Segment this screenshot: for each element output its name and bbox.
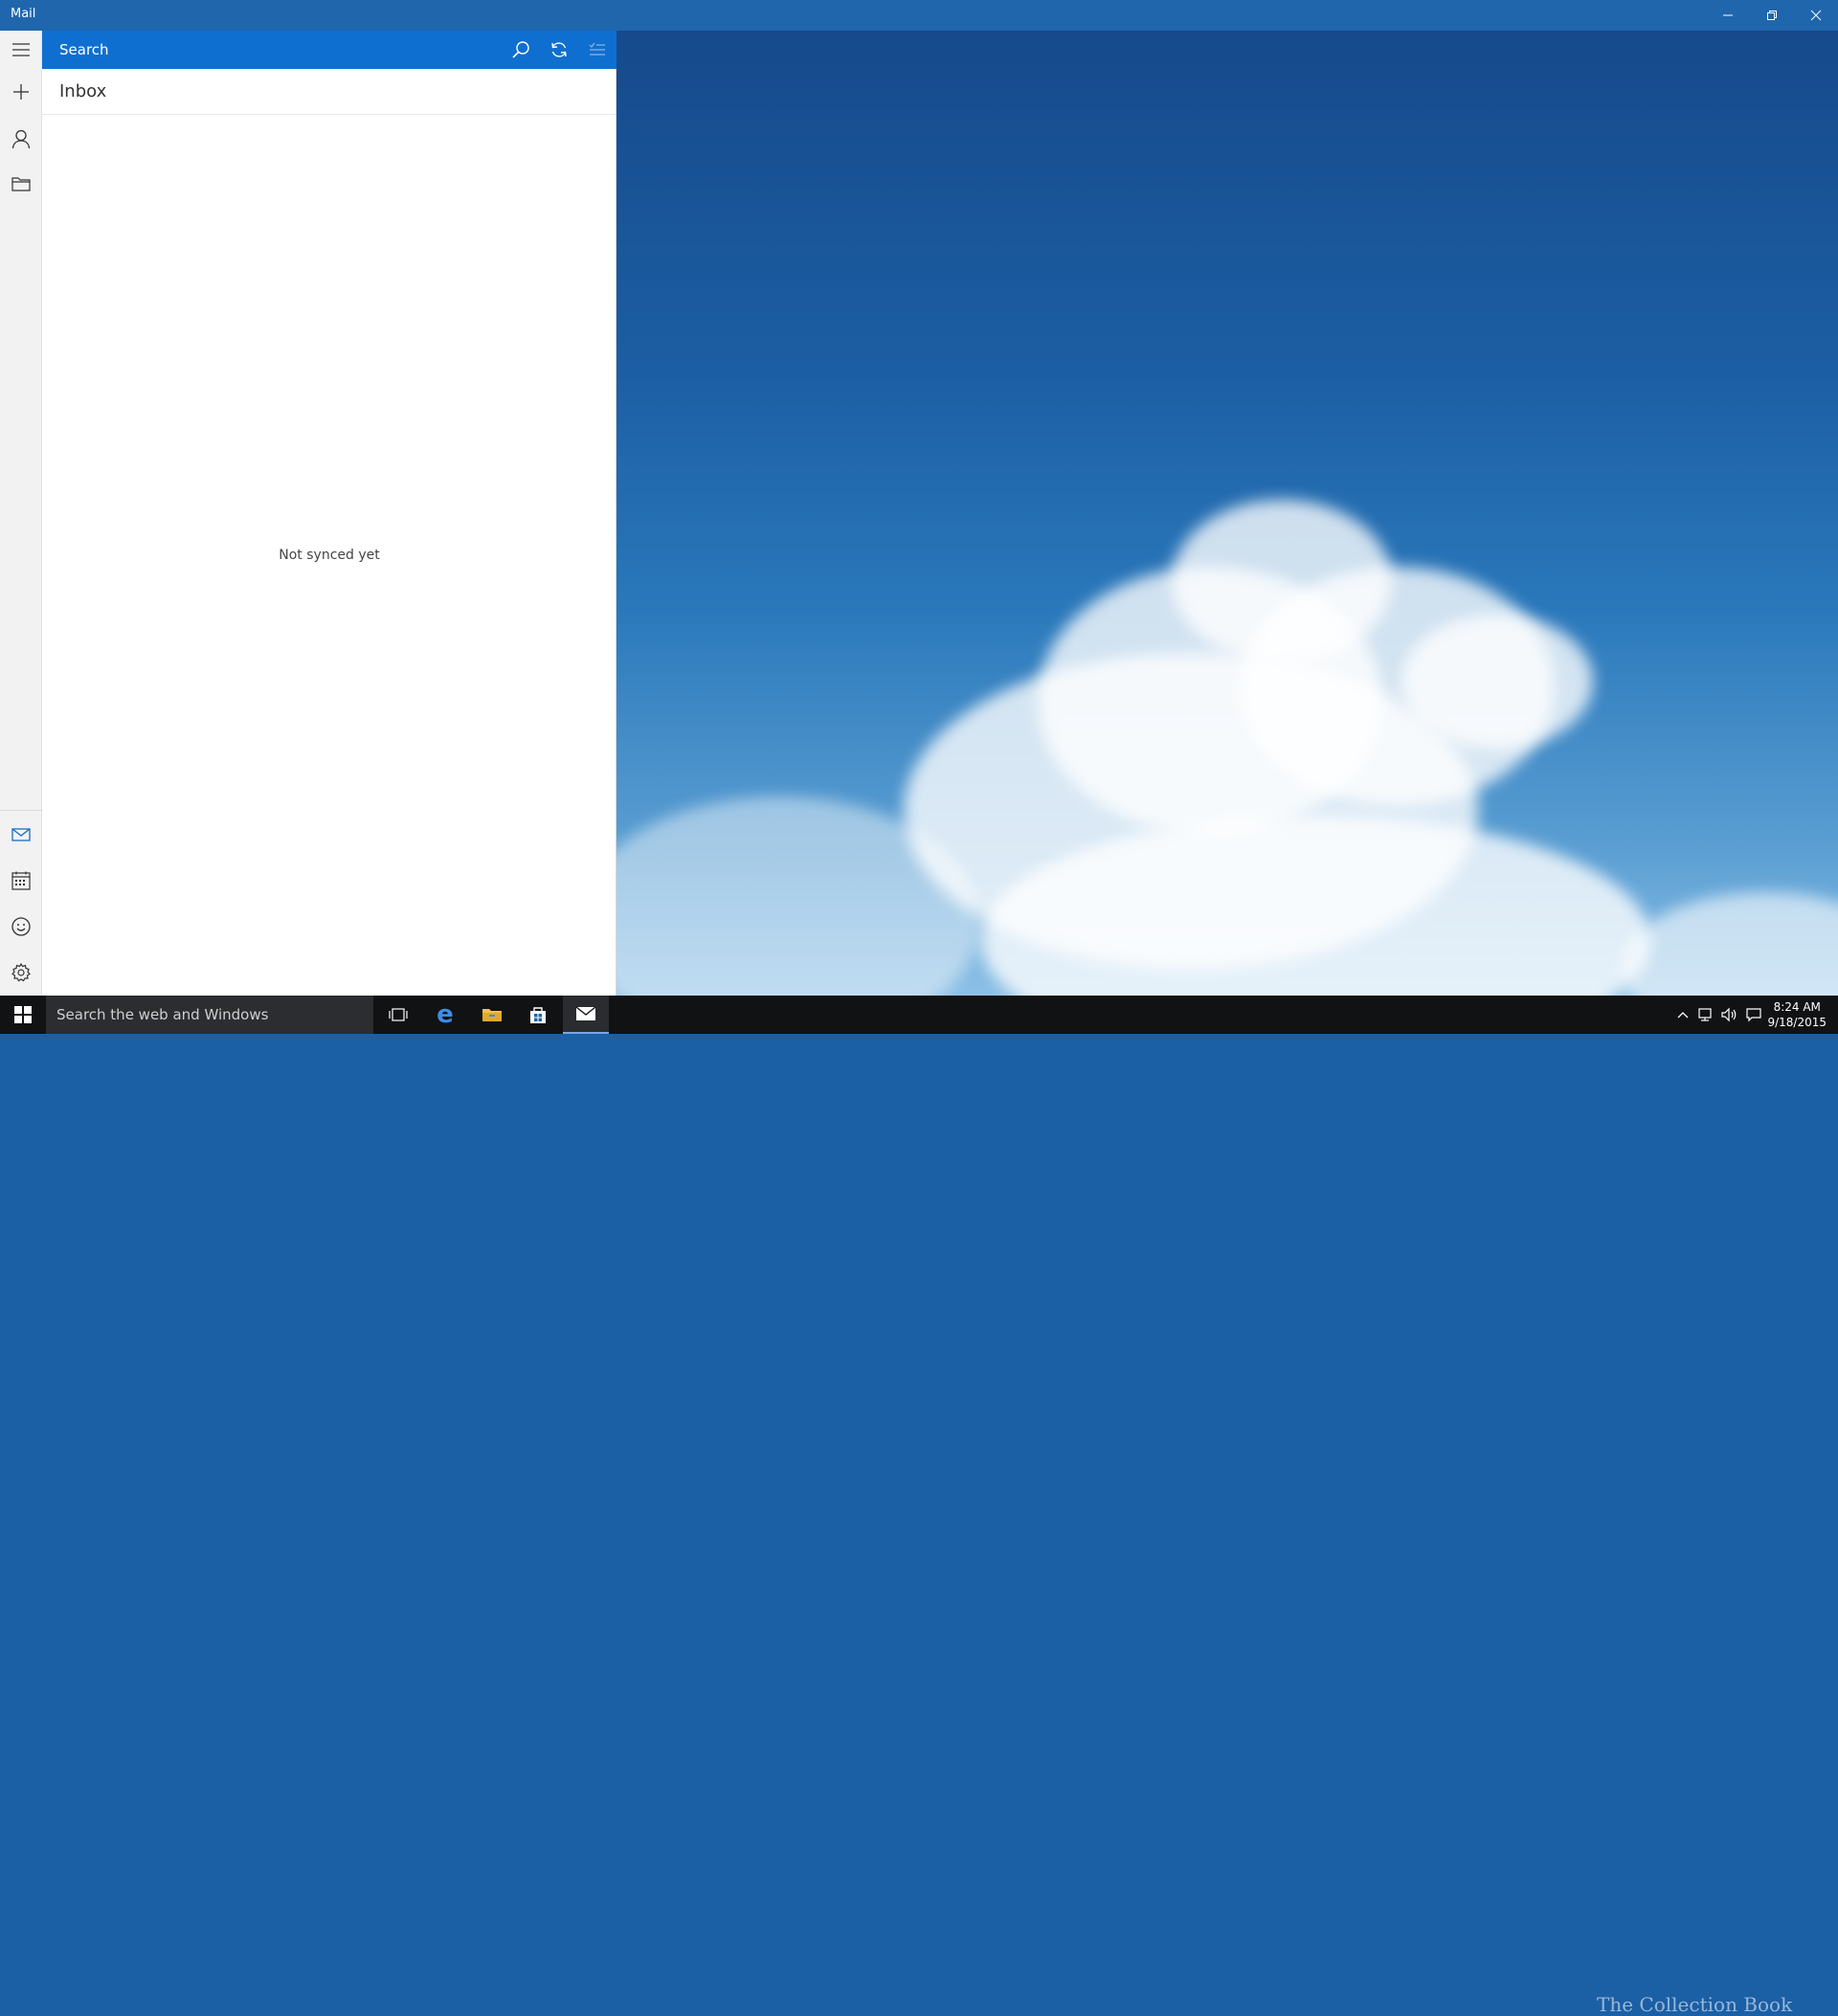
network-icon[interactable] [1696,1005,1715,1024]
clock-date: 9/18/2015 [1767,1016,1827,1029]
accounts-button[interactable] [0,118,42,160]
mail-app-icon [575,1006,596,1020]
taskbar: Search the web and Windows e The Collect… [0,996,1838,2016]
feedback-smiley-icon [11,917,31,936]
store-icon [530,1007,546,1023]
hamburger-menu-icon [12,43,30,56]
folders-icon [11,177,31,191]
search-bar: Search [42,31,616,69]
file-explorer-button[interactable] [469,996,515,1034]
minimize-icon [1723,14,1733,16]
mail-nav-button[interactable] [0,814,42,856]
mail-icon [11,828,31,841]
folder-header: Inbox [42,69,616,115]
hamburger-menu-button[interactable] [0,29,42,71]
restore-icon [1767,11,1777,20]
calendar-icon [11,871,31,890]
search-button[interactable] [502,31,540,69]
title-bar: Mail [0,0,1838,31]
settings-gear-icon [11,962,31,982]
empty-list-message: Not synced yet [279,548,380,563]
sync-button[interactable] [540,31,578,69]
sync-icon [551,42,567,57]
edge-button[interactable]: e [422,996,468,1034]
navigation-rail [0,31,42,996]
store-button[interactable] [515,996,561,1034]
new-mail-button[interactable] [0,71,42,113]
task-view-button[interactable] [375,996,421,1034]
show-hidden-icons-icon[interactable] [1673,1005,1692,1024]
edge-icon: e [437,1000,454,1029]
watermark-text: The Collection Book [1597,1993,1793,2016]
message-list-pane: Inbox Not synced yet [42,69,616,996]
file-explorer-icon [482,1009,502,1021]
calendar-nav-button[interactable] [0,860,42,902]
rail-divider [0,810,42,811]
search-input[interactable]: Search [59,41,109,58]
new-mail-icon [13,84,29,100]
folder-title: Inbox [59,81,107,101]
task-view-icon [389,1008,408,1021]
select-mode-icon [589,42,605,56]
clock-time: 8:24 AM [1773,1000,1821,1014]
windows-start-icon [14,1006,32,1023]
close-button[interactable] [1794,0,1838,31]
feedback-button[interactable] [0,906,42,948]
close-icon [1810,10,1822,21]
folders-button[interactable] [0,163,42,205]
settings-button[interactable] [0,952,42,994]
minimize-button[interactable] [1706,0,1750,31]
taskbar-search-box[interactable]: Search the web and Windows [46,996,373,1034]
select-mode-button[interactable] [578,31,616,69]
taskbar-clock[interactable]: 8:24 AM 9/18/2015 [1767,999,1827,1030]
volume-icon[interactable] [1719,1005,1738,1024]
window-title: Mail [11,7,36,21]
search-icon [512,41,529,58]
reading-pane-background [616,31,1838,996]
mail-taskbar-button[interactable] [563,996,609,1034]
start-button[interactable] [0,996,46,1034]
accounts-icon [11,129,31,149]
taskbar-search-placeholder: Search the web and Windows [56,1006,269,1023]
restore-button[interactable] [1750,0,1794,31]
action-center-icon[interactable] [1744,1005,1763,1024]
